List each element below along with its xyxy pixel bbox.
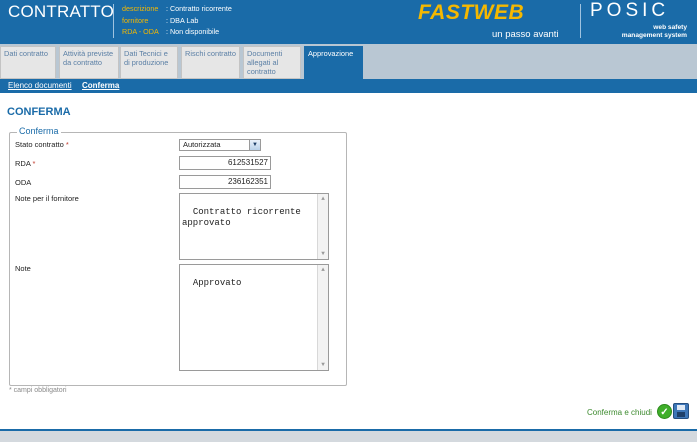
oda-input[interactable]: 236162351	[179, 175, 271, 189]
info-key-descrizione: descrizione	[122, 4, 159, 13]
note-fornitore-label: Note per il fornitore	[15, 194, 79, 203]
tab-documenti-allegati[interactable]: Documenti allegati al contratto	[243, 46, 301, 79]
tab-attivita-previste[interactable]: Attività previste da contratto	[59, 46, 119, 79]
info-value-rda-oda: : Non disponibile	[166, 27, 220, 36]
stato-contratto-label-text: Stato contratto	[15, 140, 64, 149]
required-marker: *	[65, 140, 69, 149]
info-key-fornitore: fornitore	[122, 15, 149, 25]
breadcrumb-elenco-documenti[interactable]: Elenco documenti	[8, 81, 72, 90]
info-key-rda-oda: RDA - ODA	[122, 27, 159, 36]
note-label: Note	[15, 264, 31, 273]
breadcrumb: Elenco documenti Conferma	[0, 79, 697, 93]
check-circle-icon[interactable]: ✓	[657, 404, 672, 419]
tab-rischi-contratto[interactable]: Rischi contratto	[181, 46, 240, 79]
stato-contratto-value: Autorizzata	[183, 140, 221, 149]
scrollbar[interactable]: ▲ ▼	[317, 265, 328, 370]
page-header-title: CONTRATTO	[8, 2, 114, 21]
scroll-down-icon[interactable]: ▼	[319, 361, 327, 369]
footer-bar	[0, 431, 697, 442]
posic-tagline-line1: web safety	[653, 24, 687, 31]
rda-label: RDA *	[15, 159, 35, 168]
note-fornitore-text: Contratto ricorrente approvato	[182, 207, 307, 228]
page-title: CONFERMA	[7, 106, 71, 118]
info-value-fornitore: : DBA Lab	[166, 15, 199, 25]
scroll-up-icon[interactable]: ▲	[319, 266, 327, 274]
note-fornitore-textarea[interactable]: Contratto ricorrente approvato ▲ ▼	[179, 193, 329, 260]
app-header: CONTRATTO descrizione : Contratto ricorre…	[0, 0, 697, 44]
rda-label-text: RDA	[15, 159, 31, 168]
header-divider	[113, 4, 114, 38]
breadcrumb-conferma[interactable]: Conferma	[82, 81, 119, 90]
tab-bar: Dati contratto Attività previste da cont…	[0, 44, 697, 79]
info-value-descrizione: : Contratto ricorrente	[166, 4, 232, 13]
chevron-down-icon[interactable]: ▼	[249, 140, 260, 150]
required-marker: *	[32, 159, 36, 168]
stato-contratto-label: Stato contratto *	[15, 140, 69, 149]
tab-approvazione[interactable]: Approvazione	[304, 46, 363, 79]
posic-logo: POSIC	[590, 0, 670, 21]
scrollbar[interactable]: ▲ ▼	[317, 194, 328, 259]
posic-tagline: web safety management system	[577, 24, 687, 40]
scroll-up-icon[interactable]: ▲	[319, 195, 327, 203]
required-fields-note: * campi obbligatori	[9, 387, 67, 394]
note-textarea[interactable]: Approvato ▲ ▼	[179, 264, 329, 371]
confirm-and-close-link[interactable]: Conferma e chiudi	[587, 408, 652, 417]
tab-dati-tecnici[interactable]: Dati Tecnici e di produzione	[120, 46, 178, 79]
rda-input[interactable]: 612531527	[179, 156, 271, 170]
floppy-disk-icon[interactable]	[673, 403, 689, 419]
oda-label: ODA	[15, 178, 32, 187]
fastweb-logo: FASTWEB	[418, 1, 525, 24]
tab-dati-contratto[interactable]: Dati contratto	[0, 46, 56, 79]
fieldset-legend: Conferma	[17, 126, 61, 136]
fastweb-slogan: un passo avanti	[492, 29, 559, 40]
contract-info: descrizione : Contratto ricorrente fornit…	[122, 3, 232, 38]
stato-contratto-select[interactable]: Autorizzata ▼	[179, 139, 261, 151]
posic-tagline-line2: management system	[621, 32, 687, 39]
scroll-down-icon[interactable]: ▼	[319, 250, 327, 258]
note-text: Approvato	[192, 278, 242, 288]
